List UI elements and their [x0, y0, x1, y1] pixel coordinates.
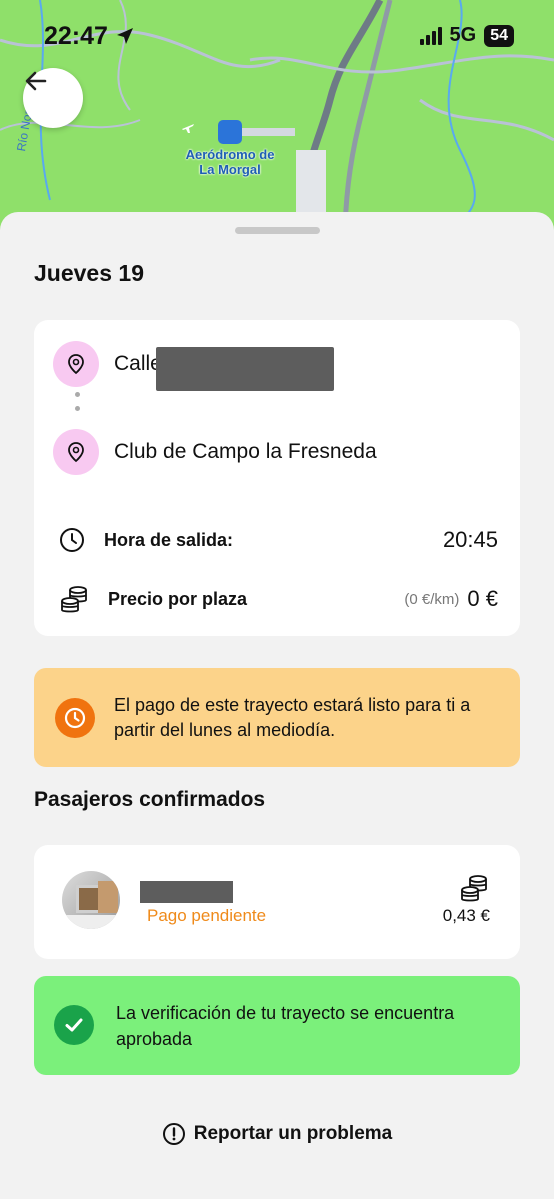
alert-icon — [162, 1123, 185, 1145]
status-bar: 22:47 5G 54 — [0, 0, 554, 70]
page-title: Jueves 19 — [34, 260, 144, 286]
arrow-left-icon — [25, 71, 47, 91]
price-per-km: (0 €/km) — [404, 590, 460, 608]
price-label: Precio por plaza — [108, 588, 248, 609]
redacted-origin — [156, 347, 334, 391]
signal-icon — [419, 26, 442, 45]
avatar — [62, 871, 120, 929]
airport-name: Aeródromo de La Morgal — [185, 147, 275, 177]
passenger-payment-status: Pago pendiente — [147, 906, 267, 925]
price-value: 0 € — [467, 586, 498, 611]
report-problem-button[interactable]: Reportar un problema — [0, 1122, 554, 1146]
payment-notice-banner: El pago de este trayecto estará listo pa… — [34, 668, 520, 767]
network-type: 5G — [449, 24, 477, 46]
airplane-icon — [182, 120, 242, 144]
clock-icon — [55, 698, 95, 738]
redacted-passenger-name — [140, 881, 233, 903]
status-time: 22:47 — [44, 22, 108, 50]
passenger-amount: 0,43 € — [442, 906, 490, 925]
sheet-handle[interactable] — [235, 227, 320, 234]
verification-banner: La verificación de tu trayecto se encuen… — [34, 976, 520, 1075]
origin-pin-icon — [53, 341, 99, 387]
departure-label: Hora de salida: — [104, 529, 234, 550]
price-row: Precio por plaza (0 €/km) 0 € — [58, 584, 498, 614]
destination-pin-icon — [53, 429, 99, 475]
coins-icon — [61, 586, 87, 613]
trip-detail-sheet: Jueves 19 Calle Club de Campo la Fresned… — [0, 212, 554, 1199]
passenger-card[interactable]: Pago pendiente 0,43 € — [34, 845, 520, 959]
report-problem-label: Reportar un problema — [193, 1123, 393, 1144]
back-button[interactable] — [23, 68, 83, 128]
destination-address: Club de Campo la Fresneda — [114, 440, 377, 463]
departure-row: Hora de salida: 20:45 — [58, 526, 498, 554]
verification-text: La verificación de tu trayecto se encuen… — [116, 1003, 455, 1049]
departure-time: 20:45 — [442, 527, 498, 552]
route-dots — [75, 392, 81, 420]
coins-icon — [458, 873, 490, 908]
route-card: Calle Club de Campo la Fresneda Hora de … — [34, 320, 520, 636]
map-view[interactable]: Río Nora Aeródromo de La Morgal 22:47 5G… — [0, 0, 554, 240]
origin-address: Calle — [114, 352, 162, 375]
airport-marker[interactable]: Aeródromo de La Morgal — [180, 120, 280, 177]
check-icon — [54, 1005, 94, 1045]
payment-notice-text: El pago de este trayecto estará listo pa… — [114, 695, 471, 740]
passengers-title: Pasajeros confirmados — [34, 788, 266, 811]
clock-icon — [60, 528, 84, 552]
battery-icon: 54 — [484, 24, 514, 47]
